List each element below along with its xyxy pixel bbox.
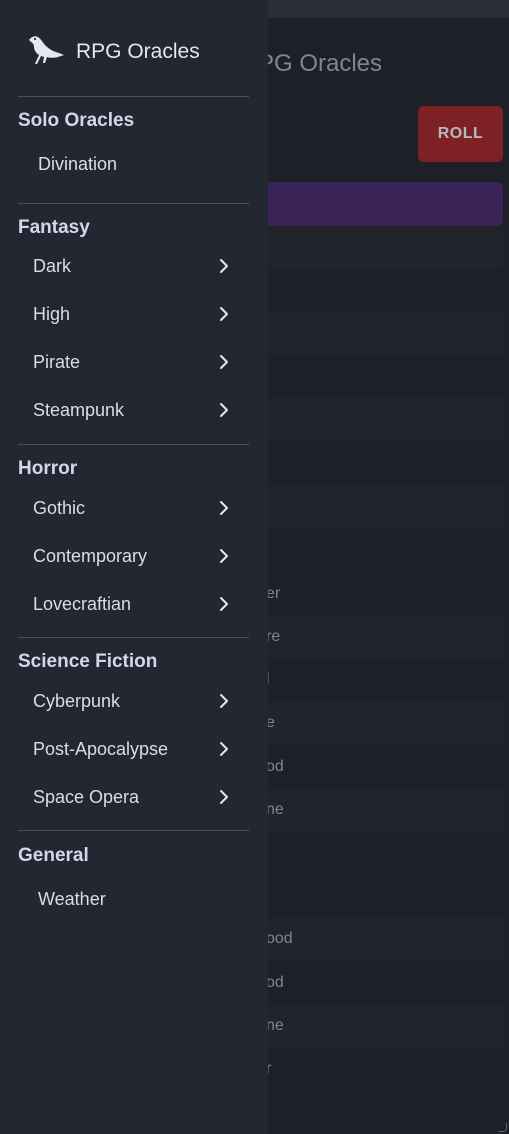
nav-item-cyberpunk[interactable]: Cyberpunk [18,681,249,721]
oracle-result-bar [250,182,503,226]
table-row [250,1004,503,1047]
nav-item-contemporary[interactable]: Contemporary [18,536,249,576]
section-heading-horror: Horror [18,458,78,479]
table-cell-text: re [266,628,281,645]
navigation-drawer: RPG Oracles Solo Oracles Divination Fant… [0,0,268,1134]
chevron-right-icon [220,694,228,708]
nav-item-label: Space Opera [33,786,140,807]
nav-item-label: Lovecraftian [33,593,132,614]
brand[interactable]: RPG Oracles [26,32,200,72]
table-cell-text: ne [266,1017,284,1034]
table-cell-text: od [266,974,284,991]
app-title: RPG Oracles [76,40,200,63]
nav-item-steampunk[interactable]: Steampunk [18,390,249,430]
nav-item-label: Divination [38,153,118,174]
table-row [250,702,503,745]
nav-item-divination[interactable]: Divination [18,144,249,184]
section-heading-science-fiction: Science Fiction [18,651,158,672]
chevron-right-icon [220,259,228,273]
page-title: PG Oracles [258,50,383,77]
divider [18,637,249,638]
nav-item-label: Cyberpunk [33,690,121,711]
nav-item-label: Post-Apocalypse [33,738,169,759]
roll-button[interactable]: ROLL [418,106,503,162]
table-cell-text: ood [266,930,293,947]
nav-item-weather[interactable]: Weather [18,879,249,919]
nav-item-label: Gothic [33,497,86,518]
divider [18,96,249,97]
table-row [250,616,503,659]
table-cell-text: od [266,758,284,775]
section-heading-fantasy: Fantasy [18,217,90,238]
table-row [250,312,503,355]
chevron-right-icon [220,742,228,756]
table-row [250,398,503,441]
nav-item-pirate[interactable]: Pirate [18,342,249,382]
nav-item-label: Contemporary [33,545,148,566]
chevron-right-icon [220,355,228,369]
nav-item-post-apocalypse[interactable]: Post-Apocalypse [18,729,249,769]
nav-item-label: Steampunk [33,399,125,420]
resize-handle[interactable] [498,1123,507,1132]
table-cell-text: er [266,585,281,602]
nav-item-label: Pirate [33,351,81,372]
nav-item-gothic[interactable]: Gothic [18,488,249,528]
nav-item-high[interactable]: High [18,294,249,334]
chevron-right-icon [220,597,228,611]
divider [18,830,249,831]
table-cell-text: ne [266,801,284,818]
raven-icon [26,30,66,75]
nav-item-lovecraftian[interactable]: Lovecraftian [18,584,249,624]
divider [18,444,249,445]
divider [18,203,249,204]
chevron-right-icon [220,549,228,563]
section-heading-solo-oracles: Solo Oracles [18,110,135,131]
chevron-right-icon [220,501,228,515]
section-heading-general: General [18,845,89,866]
chevron-right-icon [220,790,228,804]
nav-item-dark[interactable]: Dark [18,246,249,286]
nav-item-label: Weather [38,888,106,909]
nav-item-space-opera[interactable]: Space Opera [18,777,249,817]
nav-item-label: High [33,303,71,324]
nav-item-label: Dark [33,255,72,276]
table-row [250,788,503,831]
table-row [250,484,503,527]
chevron-right-icon [220,403,228,417]
table-row [250,226,503,269]
chevron-right-icon [220,307,228,321]
